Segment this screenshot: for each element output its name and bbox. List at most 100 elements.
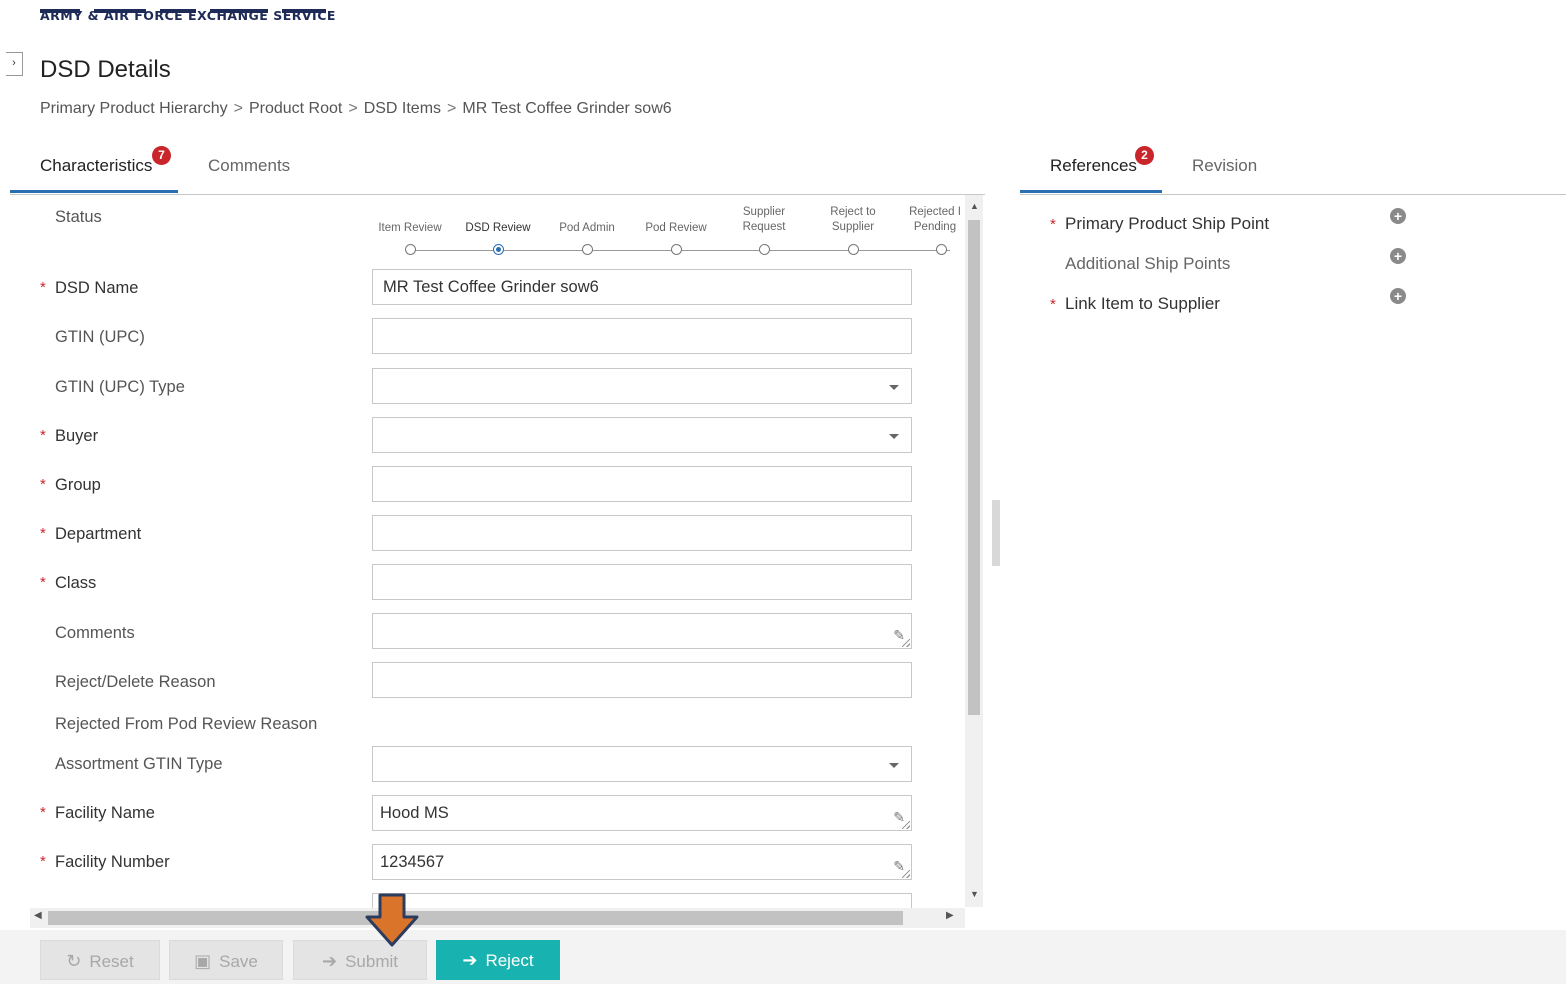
gtin-type-label: GTIN (UPC) Type [55,378,185,396]
add-circle-icon[interactable]: + [1390,288,1406,304]
assortment-gtin-type-label: Assortment GTIN Type [55,755,223,773]
resize-grip-icon[interactable] [902,639,910,647]
step-label: Pod Review [645,222,707,234]
facility-number-label: Facility Number [55,853,170,871]
required-marker: * [40,853,46,870]
logo-org-name: ARMY & AIR FORCE EXCHANGE SERVICE [40,8,336,23]
department-label: Department [55,525,142,543]
comments-textarea[interactable]: ✎ [372,613,912,649]
dsd-name-input[interactable]: MR Test Coffee Grinder sow6 [372,269,912,305]
required-marker: * [40,804,46,821]
save-button[interactable]: ▣ Save [169,940,283,980]
status-stepper: Item Review DSD Review Pod Admin Pod Rev… [370,195,965,265]
assortment-gtin-type-select[interactable] [372,746,912,782]
partial-field-input[interactable] [372,893,912,908]
breadcrumb-item[interactable]: Primary Product Hierarchy [40,100,228,117]
resize-grip-icon[interactable] [902,821,910,829]
page-title: DSD Details [40,56,171,83]
step-dot[interactable] [582,244,593,255]
step-dot[interactable] [405,244,416,255]
class-label: Class [55,574,97,592]
required-marker: * [1050,216,1056,233]
reference-link-item-to-supplier[interactable]: Link Item to Supplier [1065,294,1220,314]
comments-label: Comments [55,624,135,642]
step-label: Rejected I Pending [909,206,961,233]
submit-label: Submit [345,952,398,971]
dsd-name-value: MR Test Coffee Grinder sow6 [383,278,599,296]
status-label: Status [55,208,102,226]
facility-name-textarea[interactable]: Hood MS ✎ [372,795,912,831]
reject-label: Reject [485,951,534,970]
breadcrumb: Primary Product Hierarchy > Product Root > D… [40,100,672,118]
tab-comments[interactable]: Comments [208,144,290,193]
dsd-name-label: DSD Name [55,279,139,297]
required-marker: * [40,279,46,296]
tab-revision[interactable]: Revision [1192,144,1257,193]
group-label: Group [55,476,101,494]
step-dot[interactable] [936,244,947,255]
tab-label: Comments [208,156,291,175]
left-tab-bar: Characteristics 7 Comments [10,144,985,195]
tab-badge: 7 [152,146,171,165]
form-vertical-scrollbar[interactable]: ▲ ▼ [965,195,983,907]
step-dot-active[interactable] [493,244,504,255]
panel-splitter-handle[interactable] [992,500,1000,566]
required-marker: * [40,476,46,493]
breadcrumb-separator: > [447,100,457,117]
required-marker: * [40,427,46,444]
chevron-down-icon [889,434,899,439]
group-input[interactable] [372,466,912,502]
tab-references[interactable]: References 2 [1020,144,1162,193]
scroll-down-icon[interactable]: ▼ [970,889,979,899]
annotation-down-arrow-icon [365,893,419,947]
add-circle-icon[interactable]: + [1390,208,1406,224]
scrollbar-thumb[interactable] [48,911,903,925]
reset-label: Reset [89,952,134,971]
gtin-label: GTIN (UPC) [55,328,145,346]
characteristics-form: Status Item Review DSD Review Pod Admin … [10,195,965,908]
step-label: DSD Review [465,222,531,234]
form-horizontal-scrollbar[interactable]: ◀ ▶ [30,908,965,928]
reject-button[interactable]: ➔ Reject [436,940,560,980]
reset-button[interactable]: ↻ Reset [40,940,160,980]
step-dot[interactable] [759,244,770,255]
tab-characteristics[interactable]: Characteristics 7 [10,144,178,193]
breadcrumb-item[interactable]: DSD Items [364,100,441,117]
class-input[interactable] [372,564,912,600]
required-marker: * [1050,296,1056,313]
arrow-right-icon: ➔ [462,950,478,970]
reject-reason-input[interactable] [372,662,912,698]
scrollbar-thumb[interactable] [968,220,980,715]
scroll-right-icon[interactable]: ▶ [946,910,954,921]
tab-label: Characteristics [40,156,153,175]
facility-number-textarea[interactable]: 1234567 ✎ [372,844,912,880]
gtin-type-select[interactable] [372,368,912,404]
facility-name-value: Hood MS [380,804,449,822]
tab-label: References [1050,156,1137,175]
right-tab-bar: References 2 Revision [1020,144,1566,195]
step-dot[interactable] [671,244,682,255]
floppy-disk-icon: ▣ [194,951,212,971]
rejected-pod-reason-label: Rejected From Pod Review Reason [55,715,318,733]
add-circle-icon[interactable]: + [1390,248,1406,264]
step-dot[interactable] [848,244,859,255]
step-label: Supplier Request [742,206,786,233]
resize-grip-icon[interactable] [902,870,910,878]
scroll-left-icon[interactable]: ◀ [34,910,42,921]
required-marker: * [40,525,46,542]
department-input[interactable] [372,515,912,551]
chevron-down-icon [889,385,899,390]
sidebar-expand-toggle[interactable]: › [6,52,23,76]
reject-reason-label: Reject/Delete Reason [55,673,216,691]
breadcrumb-separator: > [348,100,358,117]
required-marker: * [40,574,46,591]
buyer-select[interactable] [372,417,912,453]
breadcrumb-item-current: MR Test Coffee Grinder sow6 [462,100,672,117]
gtin-input[interactable] [372,318,912,354]
reference-additional-ship-points[interactable]: Additional Ship Points [1065,254,1230,274]
scroll-up-icon[interactable]: ▲ [970,201,979,211]
arrow-right-icon: ➔ [321,951,338,971]
tab-badge: 2 [1135,146,1154,165]
reference-primary-ship-point[interactable]: Primary Product Ship Point [1065,214,1269,234]
breadcrumb-item[interactable]: Product Root [249,100,342,117]
